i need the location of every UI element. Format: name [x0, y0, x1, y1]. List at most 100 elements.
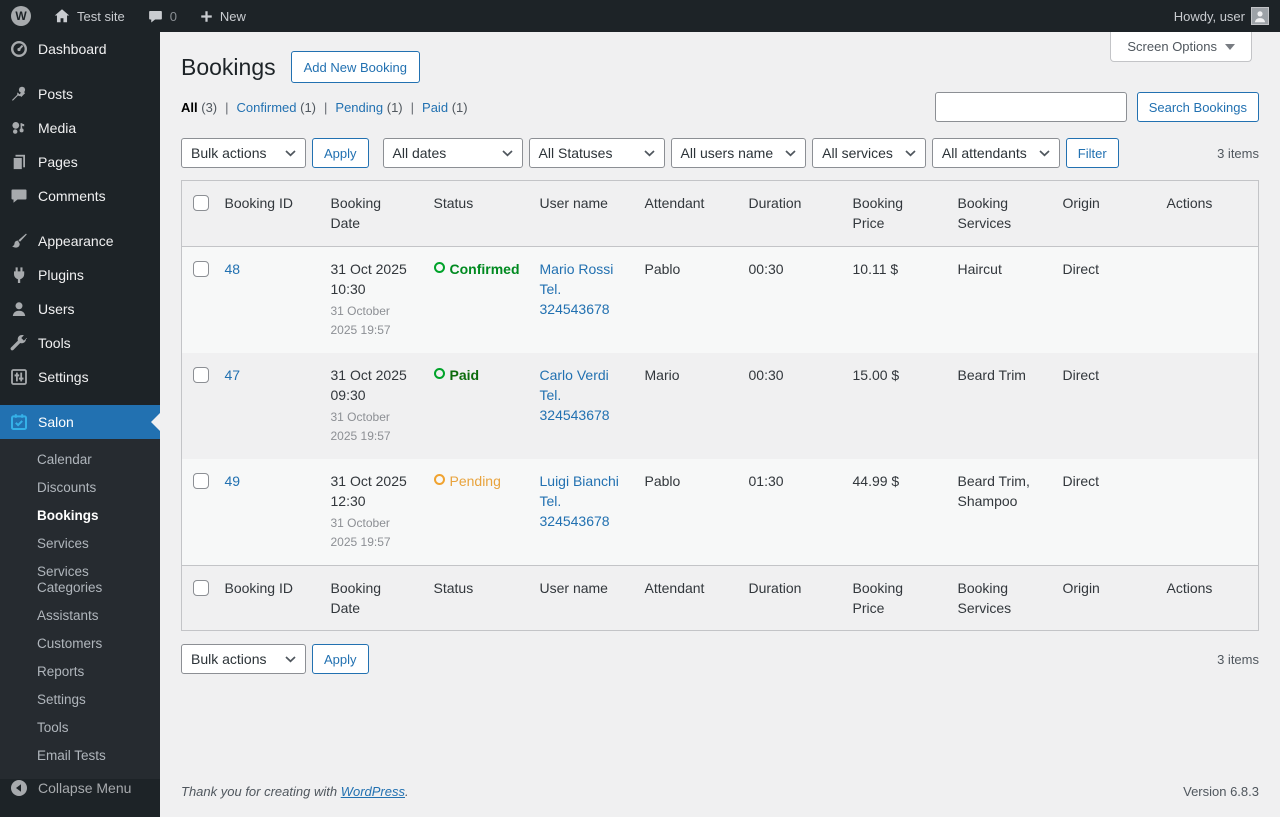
sidebar-item-label: Tools	[38, 335, 71, 351]
row-checkbox[interactable]	[193, 366, 209, 383]
salon-submenu: Calendar Discounts Bookings Services Ser…	[0, 439, 160, 779]
views-row: All (3) | Confirmed (1) | Pending (1) | …	[181, 92, 1259, 122]
submenu-item-discounts[interactable]: Discounts	[0, 474, 160, 502]
column-header-actions: Actions	[1166, 195, 1213, 211]
column-footer-booking-price: Booking Price	[852, 579, 904, 616]
table-row: 47 31 Oct 2025 09:30 31 October 2025 19:…	[181, 352, 1259, 459]
user-icon	[12, 302, 26, 316]
menu-separator	[0, 66, 160, 77]
sidebar-item-settings[interactable]: Settings	[0, 360, 160, 394]
booking-created-date: 31 October 2025 19:57	[330, 304, 391, 338]
view-separator: |	[324, 99, 328, 115]
select-all-checkbox[interactable]	[193, 579, 209, 596]
filter-button[interactable]: Filter	[1065, 138, 1119, 168]
booking-id-link[interactable]: 47	[225, 367, 241, 383]
table-footer-row: Booking ID Booking Date Status User name…	[181, 565, 1259, 631]
row-checkbox[interactable]	[193, 260, 209, 277]
column-header-booking-date: Booking Date	[330, 195, 382, 232]
apply-button[interactable]: Apply	[312, 644, 369, 675]
status-badge: Paid	[433, 365, 520, 385]
chevron-down-icon	[1039, 149, 1050, 156]
submenu-item-reports[interactable]: Reports	[0, 658, 160, 686]
site-link[interactable]: Test site	[42, 0, 136, 32]
sidebar-item-salon[interactable]: Salon	[0, 405, 160, 439]
howdy-text: Howdy, user	[1173, 8, 1245, 24]
submenu-item-email-tests[interactable]: Email Tests	[0, 742, 160, 770]
search-bookings-button[interactable]: Search Bookings	[1136, 92, 1259, 122]
comments-icon	[11, 189, 27, 203]
dashboard-icon	[10, 40, 28, 58]
sidebar-item-label: Dashboard	[38, 41, 107, 57]
submenu-item-customers[interactable]: Customers	[0, 630, 160, 658]
menu-separator	[0, 213, 160, 224]
page-header: Bookings Add New Booking	[181, 51, 1259, 83]
submenu-item-services[interactable]: Services	[0, 530, 160, 558]
services-filter-select[interactable]: All services	[812, 138, 926, 168]
submenu-item-calendar[interactable]: Calendar	[0, 446, 160, 474]
screen-options-button[interactable]: Screen Options	[1110, 32, 1252, 62]
user-name-link[interactable]: Carlo Verdi Tel. 324543678	[540, 367, 610, 424]
booking-date: 31 Oct 2025 09:30	[330, 366, 407, 403]
sidebar-item-tools[interactable]: Tools	[0, 326, 160, 360]
apply-button[interactable]: Apply	[312, 138, 369, 168]
admin-footer: Thank you for creating with WordPress. V…	[181, 770, 1259, 817]
account-menu[interactable]: Howdy, user	[1163, 0, 1280, 32]
pushpin-icon	[12, 86, 26, 101]
wordpress-menu-button[interactable]	[0, 0, 42, 32]
view-pending-link[interactable]: Pending (1)	[335, 100, 402, 115]
row-checkbox[interactable]	[193, 472, 209, 489]
submenu-item-settings[interactable]: Settings	[0, 686, 160, 714]
bulk-actions-select[interactable]: Bulk actions	[181, 644, 306, 675]
status-filter-select[interactable]: All Statuses	[528, 138, 665, 168]
bulk-actions-select[interactable]: Bulk actions	[181, 138, 306, 168]
submenu-item-services-categories[interactable]: Services Categories	[0, 558, 160, 602]
booking-id-link[interactable]: 49	[225, 473, 241, 489]
user-name-link[interactable]: Luigi Bianchi Tel. 324543678	[540, 473, 619, 530]
submenu-item-tools[interactable]: Tools	[0, 714, 160, 742]
sidebar-item-pages[interactable]: Pages	[0, 145, 160, 179]
sidebar-item-comments[interactable]: Comments	[0, 179, 160, 213]
attendants-filter-select[interactable]: All attendants	[931, 138, 1060, 168]
column-header-duration: Duration	[748, 195, 802, 211]
user-avatar	[1251, 7, 1269, 25]
items-count: 3 items	[1217, 651, 1259, 667]
comments-shortcut[interactable]: 0	[136, 0, 188, 32]
sidebar-item-plugins[interactable]: Plugins	[0, 258, 160, 292]
sidebar-item-appearance[interactable]: Appearance	[0, 224, 160, 258]
attendant-cell: Mario	[644, 366, 680, 383]
duration-cell: 00:30	[748, 260, 784, 277]
sidebar-item-users[interactable]: Users	[0, 292, 160, 326]
column-footer-duration: Duration	[748, 579, 802, 596]
view-all-link[interactable]: All (3)	[181, 100, 217, 115]
wordpress-link[interactable]: WordPress	[341, 784, 405, 799]
duration-cell: 01:30	[748, 472, 784, 489]
add-new-booking-button[interactable]: Add New Booking	[290, 51, 420, 83]
view-paid-link[interactable]: Paid (1)	[422, 100, 468, 115]
sidebar-item-label: Appearance	[38, 233, 114, 249]
search-bookings-input[interactable]	[934, 92, 1127, 122]
select-all-checkbox[interactable]	[193, 195, 209, 211]
user-name-link[interactable]: Mario Rossi Tel. 324543678	[540, 261, 614, 318]
price-cell: 44.99 $	[852, 472, 900, 489]
admin-bar-right: Howdy, user	[1163, 0, 1280, 32]
booking-id-link[interactable]: 48	[225, 261, 241, 277]
sidebar-item-label: Plugins	[38, 267, 84, 283]
dates-filter-select[interactable]: All dates	[382, 138, 523, 168]
users-filter-select[interactable]: All users name	[670, 138, 807, 168]
column-footer-status: Status	[433, 579, 474, 596]
view-separator: |	[410, 99, 415, 115]
status-view-filters: All (3) | Confirmed (1) | Pending (1) | …	[181, 100, 468, 115]
submenu-item-bookings[interactable]: Bookings	[0, 502, 160, 530]
sidebar-item-posts[interactable]: Posts	[0, 77, 160, 111]
sliders-icon	[11, 369, 27, 385]
origin-cell: Direct	[1062, 366, 1100, 383]
sidebar-item-media[interactable]: Media	[0, 111, 160, 145]
view-confirmed-link[interactable]: Confirmed (1)	[237, 100, 316, 115]
collapse-menu-button[interactable]: Collapse Menu	[0, 771, 160, 805]
new-content-button[interactable]: New	[188, 0, 257, 32]
attendant-cell: Pablo	[644, 472, 681, 489]
actions-cell	[1157, 459, 1259, 565]
sidebar-item-dashboard[interactable]: Dashboard	[0, 32, 160, 66]
menu-separator	[0, 394, 160, 405]
submenu-item-assistants[interactable]: Assistants	[0, 602, 160, 630]
